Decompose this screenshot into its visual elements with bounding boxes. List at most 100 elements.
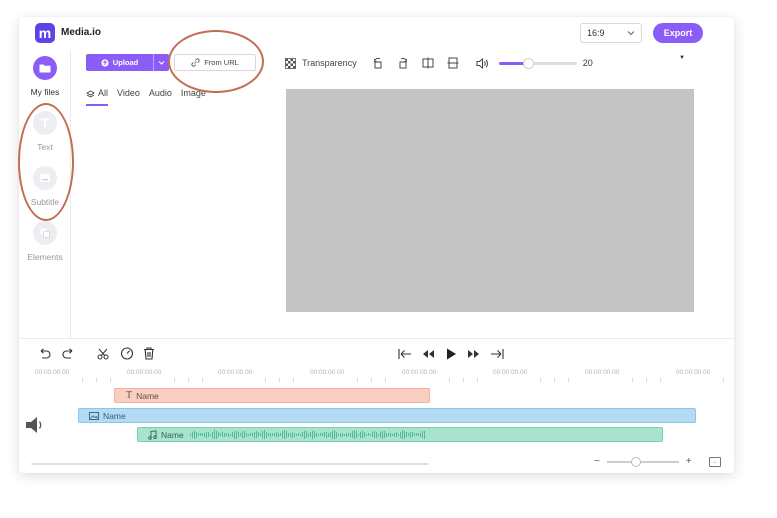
sidebar-item-my-files[interactable]: My files <box>19 56 71 97</box>
split-scissors-icon[interactable] <box>97 347 111 365</box>
play-icon[interactable] <box>443 347 459 365</box>
waveform-bar <box>317 433 319 436</box>
waveform-bar <box>335 431 337 438</box>
waveform-bar <box>201 433 203 436</box>
waveform-bar <box>357 433 359 436</box>
timeline-ruler[interactable]: 00:00:00.00 00:00:00.00 00:00:00.00 00:0… <box>19 369 734 383</box>
waveform-bar <box>325 431 327 438</box>
volume-slider-thumb[interactable] <box>522 57 534 69</box>
speed-gauge-icon[interactable] <box>120 347 134 365</box>
zoom-slider[interactable] <box>606 456 679 467</box>
editor-window: m Media.io 16:9 Export My files Text Sub… <box>19 17 734 473</box>
timeline-tools <box>37 347 155 365</box>
waveform-bar <box>265 431 267 438</box>
transparency-label[interactable]: Transparency <box>302 58 357 68</box>
waveform-bar <box>223 432 225 437</box>
track-mute-speaker-icon[interactable] <box>25 416 45 439</box>
waveform-bar <box>193 430 195 439</box>
transparency-icon[interactable] <box>281 54 299 72</box>
zoom-in-button[interactable]: + <box>686 456 692 467</box>
waveform-bar <box>323 432 325 437</box>
playback-controls <box>397 347 505 365</box>
timeline-zoom-control: − + ↔ <box>594 456 721 467</box>
waveform-bar <box>285 431 287 438</box>
tab-audio[interactable]: Audio <box>149 88 172 106</box>
ruler-minor-tick <box>357 378 358 382</box>
waveform-bar <box>197 433 199 436</box>
waveform-bar <box>417 433 419 436</box>
delete-trash-icon[interactable] <box>143 347 155 365</box>
caret-down-icon[interactable]: ▼ <box>679 55 685 61</box>
ruler-minor-tick <box>632 378 633 382</box>
ruler-timestamp: 00:00:00.00 <box>493 369 528 376</box>
waveform-bar <box>415 433 417 436</box>
waveform-bar <box>229 433 231 436</box>
audio-track-clip[interactable]: Name <box>137 427 663 442</box>
text-icon: T <box>126 390 133 401</box>
tab-all[interactable]: All <box>86 88 109 106</box>
volume-value: 20 <box>582 58 593 68</box>
undo-icon[interactable] <box>37 347 52 365</box>
text-track-clip[interactable]: T Name <box>114 388 430 403</box>
skip-to-end-icon[interactable] <box>489 347 505 365</box>
waveform-bar <box>231 432 233 437</box>
volume-icon[interactable] <box>474 54 492 72</box>
clip-name: Name <box>161 429 184 440</box>
waveform-bar <box>371 432 373 437</box>
waveform-bar <box>259 433 261 436</box>
video-preview-canvas[interactable] <box>286 89 694 312</box>
waveform-bar <box>421 431 423 438</box>
timeline-horizontal-scrollbar[interactable] <box>31 463 429 465</box>
waveform-bar <box>393 432 395 437</box>
rewind-icon[interactable] <box>420 347 436 365</box>
flip-horizontal-icon[interactable] <box>419 54 437 72</box>
ruler-timestamp: 00:00:00.00 <box>127 369 162 376</box>
waveform-bar <box>405 432 407 437</box>
waveform-bar <box>399 431 401 438</box>
timeline-panel: 00:00:00.00 00:00:00.00 00:00:00.00 00:0… <box>19 338 734 473</box>
waveform-bar <box>271 433 273 436</box>
ruler-minor-tick <box>554 378 555 382</box>
waveform-bar <box>209 433 211 436</box>
waveform-bar <box>249 433 251 436</box>
waveform-bar <box>319 433 321 436</box>
waveform-bar <box>369 433 371 436</box>
waveform-bar <box>203 432 205 437</box>
top-bar: m Media.io 16:9 Export <box>19 17 734 50</box>
rotate-right-icon[interactable] <box>394 54 412 72</box>
waveform-bar <box>189 433 191 436</box>
waveform-bar <box>273 433 275 436</box>
waveform-bar <box>423 430 425 439</box>
tab-video[interactable]: Video <box>117 88 140 106</box>
zoom-out-button[interactable]: − <box>594 456 600 467</box>
waveform-bar <box>195 431 197 438</box>
sidebar-item-elements[interactable]: Elements <box>19 221 71 262</box>
ruler-timestamp: 00:00:00.00 <box>585 369 620 376</box>
skip-to-start-icon[interactable] <box>397 347 413 365</box>
clip-name: Name <box>136 390 159 401</box>
aspect-ratio-select[interactable]: 16:9 <box>580 23 642 43</box>
flip-vertical-icon[interactable] <box>444 54 462 72</box>
ruler-timestamp: 00:00:00.00 <box>218 369 253 376</box>
upload-button[interactable]: Upload <box>86 54 169 71</box>
waveform-bar <box>395 432 397 437</box>
audio-waveform <box>189 430 425 439</box>
waveform-bar <box>279 433 281 436</box>
waveform-bar <box>239 433 241 436</box>
upload-dropdown-toggle[interactable] <box>153 54 169 71</box>
video-track-clip[interactable]: Name <box>78 408 696 423</box>
zoom-slider-thumb[interactable] <box>630 456 641 467</box>
fast-forward-icon[interactable] <box>466 347 482 365</box>
waveform-bar <box>269 432 271 437</box>
app-title: Media.io <box>61 27 102 38</box>
rotate-left-icon[interactable] <box>369 54 387 72</box>
export-button[interactable]: Export <box>653 23 703 43</box>
waveform-bar <box>341 432 343 437</box>
waveform-bar <box>295 433 297 436</box>
waveform-bar <box>297 433 299 436</box>
redo-icon[interactable] <box>61 347 76 365</box>
waveform-bar <box>353 430 355 439</box>
upload-main[interactable]: Upload <box>86 58 153 67</box>
volume-slider[interactable] <box>498 57 577 69</box>
fit-to-screen-icon[interactable]: ↔ <box>708 456 721 467</box>
